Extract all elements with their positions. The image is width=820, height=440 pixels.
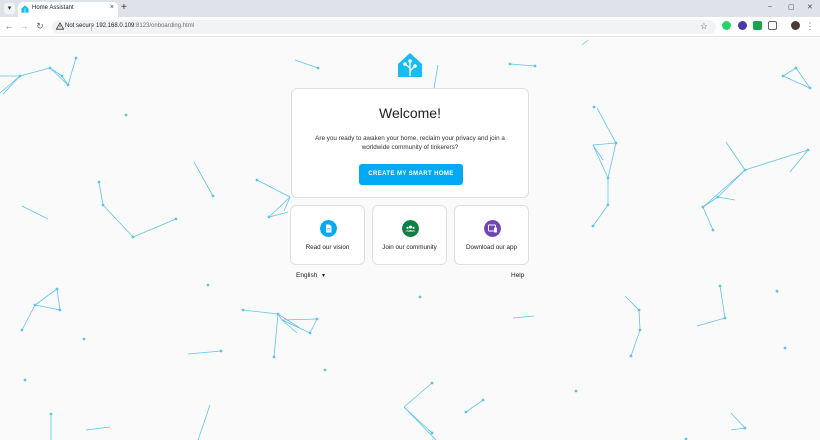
back-button[interactable]: ←: [4, 21, 14, 32]
minimize-button[interactable]: –: [768, 3, 772, 10]
browser-toolbar: ← → ↻ Not secure 192.168.0.109:8123/onbo…: [0, 17, 820, 37]
join-community-card[interactable]: Join our community: [372, 205, 447, 265]
shield-check-icon[interactable]: [753, 21, 762, 30]
browser-menu-button[interactable]: ⋮: [805, 21, 815, 32]
chevron-down-icon[interactable]: ▾: [322, 272, 325, 279]
download-app-label: Download our app: [465, 244, 518, 251]
whatsapp-icon[interactable]: [722, 21, 731, 30]
language-selector[interactable]: English: [296, 272, 317, 279]
tab-strip: ▾ Home Assistant × + – ▢ ✕: [0, 0, 820, 17]
reload-button[interactable]: ↻: [35, 21, 45, 32]
devices-icon: [484, 220, 501, 237]
bookmark-star-icon[interactable]: ☆: [700, 21, 708, 32]
not-secure-label[interactable]: Not secure: [65, 23, 94, 29]
download-app-card[interactable]: Download our app: [454, 205, 529, 265]
url-host: 192.168.0.109: [96, 23, 135, 29]
tab-search-button[interactable]: ▾: [4, 3, 15, 14]
url-text[interactable]: 192.168.0.109:8123/onboarding.html: [96, 23, 194, 29]
profile-avatar-icon[interactable]: [791, 21, 800, 30]
document-icon: [320, 220, 337, 237]
welcome-intro-text: Are you ready to awaken your home, recla…: [315, 135, 505, 151]
forward-button[interactable]: →: [19, 21, 29, 32]
home-assistant-favicon-icon: [21, 5, 29, 13]
tab-close-button[interactable]: ×: [110, 4, 114, 11]
join-community-label: Join our community: [382, 244, 437, 251]
extension-badge-icon[interactable]: [738, 21, 747, 30]
people-icon: [402, 220, 419, 237]
tab-title: Home Assistant: [32, 5, 74, 11]
create-smart-home-button[interactable]: CREATE MY SMART HOME: [359, 164, 463, 185]
home-assistant-logo-icon: [398, 53, 422, 77]
address-bar[interactable]: Not secure 192.168.0.109:8123/onboarding…: [52, 20, 716, 34]
new-tab-button[interactable]: +: [121, 2, 127, 14]
omnibox-divider: [91, 23, 92, 31]
maximize-button[interactable]: ▢: [788, 3, 795, 11]
tab-home-assistant[interactable]: Home Assistant ×: [18, 2, 118, 17]
help-link[interactable]: Help: [511, 272, 524, 279]
warning-icon: [56, 22, 64, 30]
close-window-button[interactable]: ✕: [807, 3, 813, 11]
read-vision-label: Read our vision: [305, 244, 350, 251]
puzzle-icon[interactable]: [768, 21, 777, 30]
url-path: :8123/onboarding.html: [134, 23, 195, 29]
page-title: Welcome!: [379, 105, 441, 121]
read-vision-card[interactable]: Read our vision: [290, 205, 365, 265]
welcome-card: Welcome! Are you ready to awaken your ho…: [291, 88, 529, 198]
